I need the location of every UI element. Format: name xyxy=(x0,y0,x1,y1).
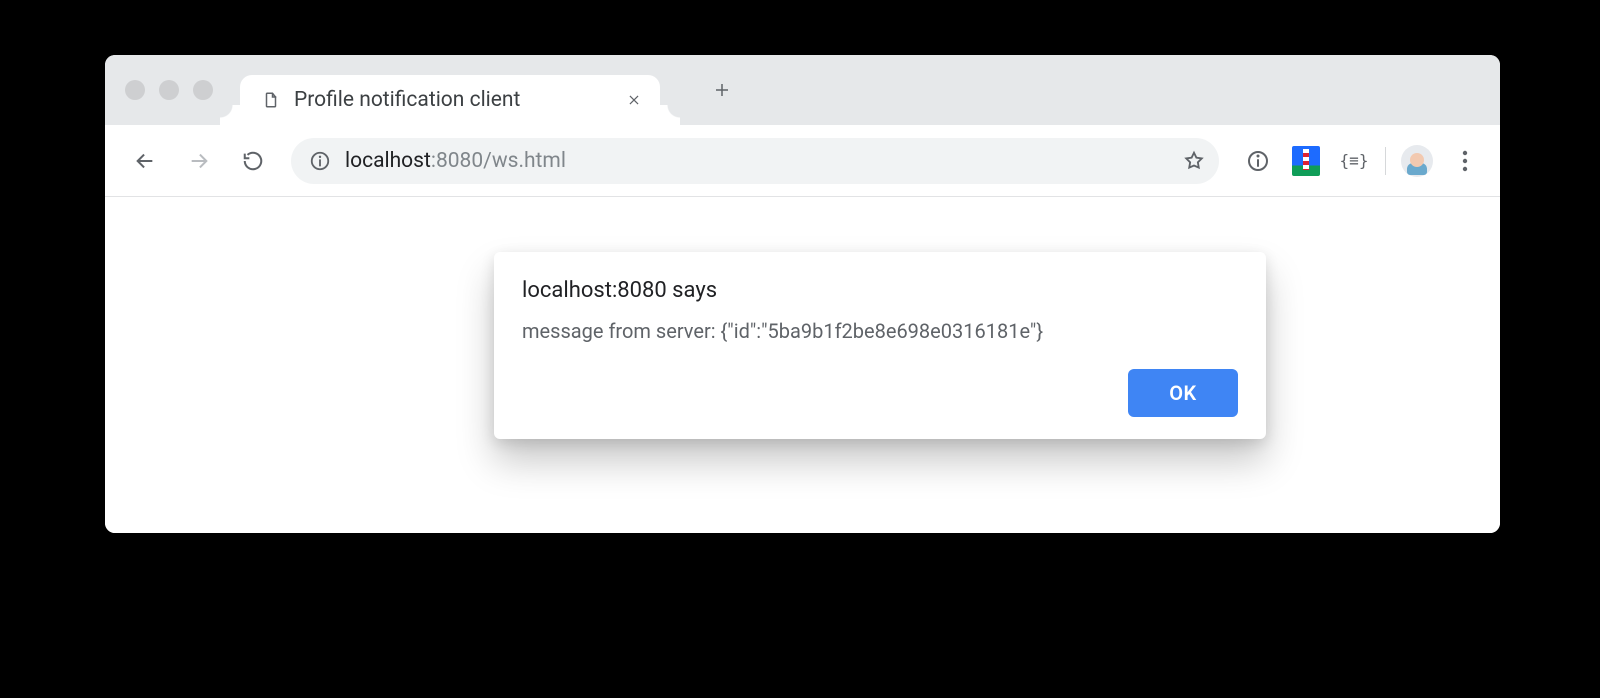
forward-button[interactable] xyxy=(177,139,221,183)
extension-lighthouse-icon[interactable] xyxy=(1289,144,1323,178)
avatar-icon xyxy=(1401,145,1433,177)
address-bar[interactable]: localhost:8080/ws.html xyxy=(291,138,1219,184)
url-host: localhost xyxy=(345,149,431,173)
browser-menu-button[interactable] xyxy=(1448,144,1482,178)
reload-button[interactable] xyxy=(231,139,275,183)
url-text: localhost:8080/ws.html xyxy=(345,149,1165,173)
extensions-area: {≡} xyxy=(1235,144,1482,178)
tab-strip: Profile notification client xyxy=(105,55,1500,125)
toolbar-separator xyxy=(1385,147,1386,175)
tab-title: Profile notification client xyxy=(294,88,606,112)
extension-code-icon[interactable]: {≡} xyxy=(1337,144,1371,178)
alert-message: message from server: {"id":"5ba9b1f2be8e… xyxy=(522,319,1238,343)
extension-info-icon[interactable] xyxy=(1241,144,1275,178)
js-alert-dialog: localhost:8080 says message from server:… xyxy=(494,252,1266,439)
site-info-icon[interactable] xyxy=(307,148,333,174)
alert-title: localhost:8080 says xyxy=(522,278,1238,303)
window-controls xyxy=(125,80,213,100)
window-minimize-button[interactable] xyxy=(159,80,179,100)
alert-ok-button[interactable]: OK xyxy=(1128,369,1238,417)
tab-active[interactable]: Profile notification client xyxy=(240,75,660,125)
new-tab-button[interactable] xyxy=(700,68,744,112)
window-zoom-button[interactable] xyxy=(193,80,213,100)
browser-window: Profile notification client xyxy=(105,55,1500,533)
toolbar: localhost:8080/ws.html xyxy=(105,125,1500,197)
window-close-button[interactable] xyxy=(125,80,145,100)
profile-avatar-button[interactable] xyxy=(1400,144,1434,178)
back-button[interactable] xyxy=(123,139,167,183)
url-port-path: :8080/ws.html xyxy=(431,149,566,173)
bookmark-button[interactable] xyxy=(1177,144,1211,178)
tab-close-button[interactable] xyxy=(620,86,648,114)
file-icon xyxy=(262,91,280,109)
